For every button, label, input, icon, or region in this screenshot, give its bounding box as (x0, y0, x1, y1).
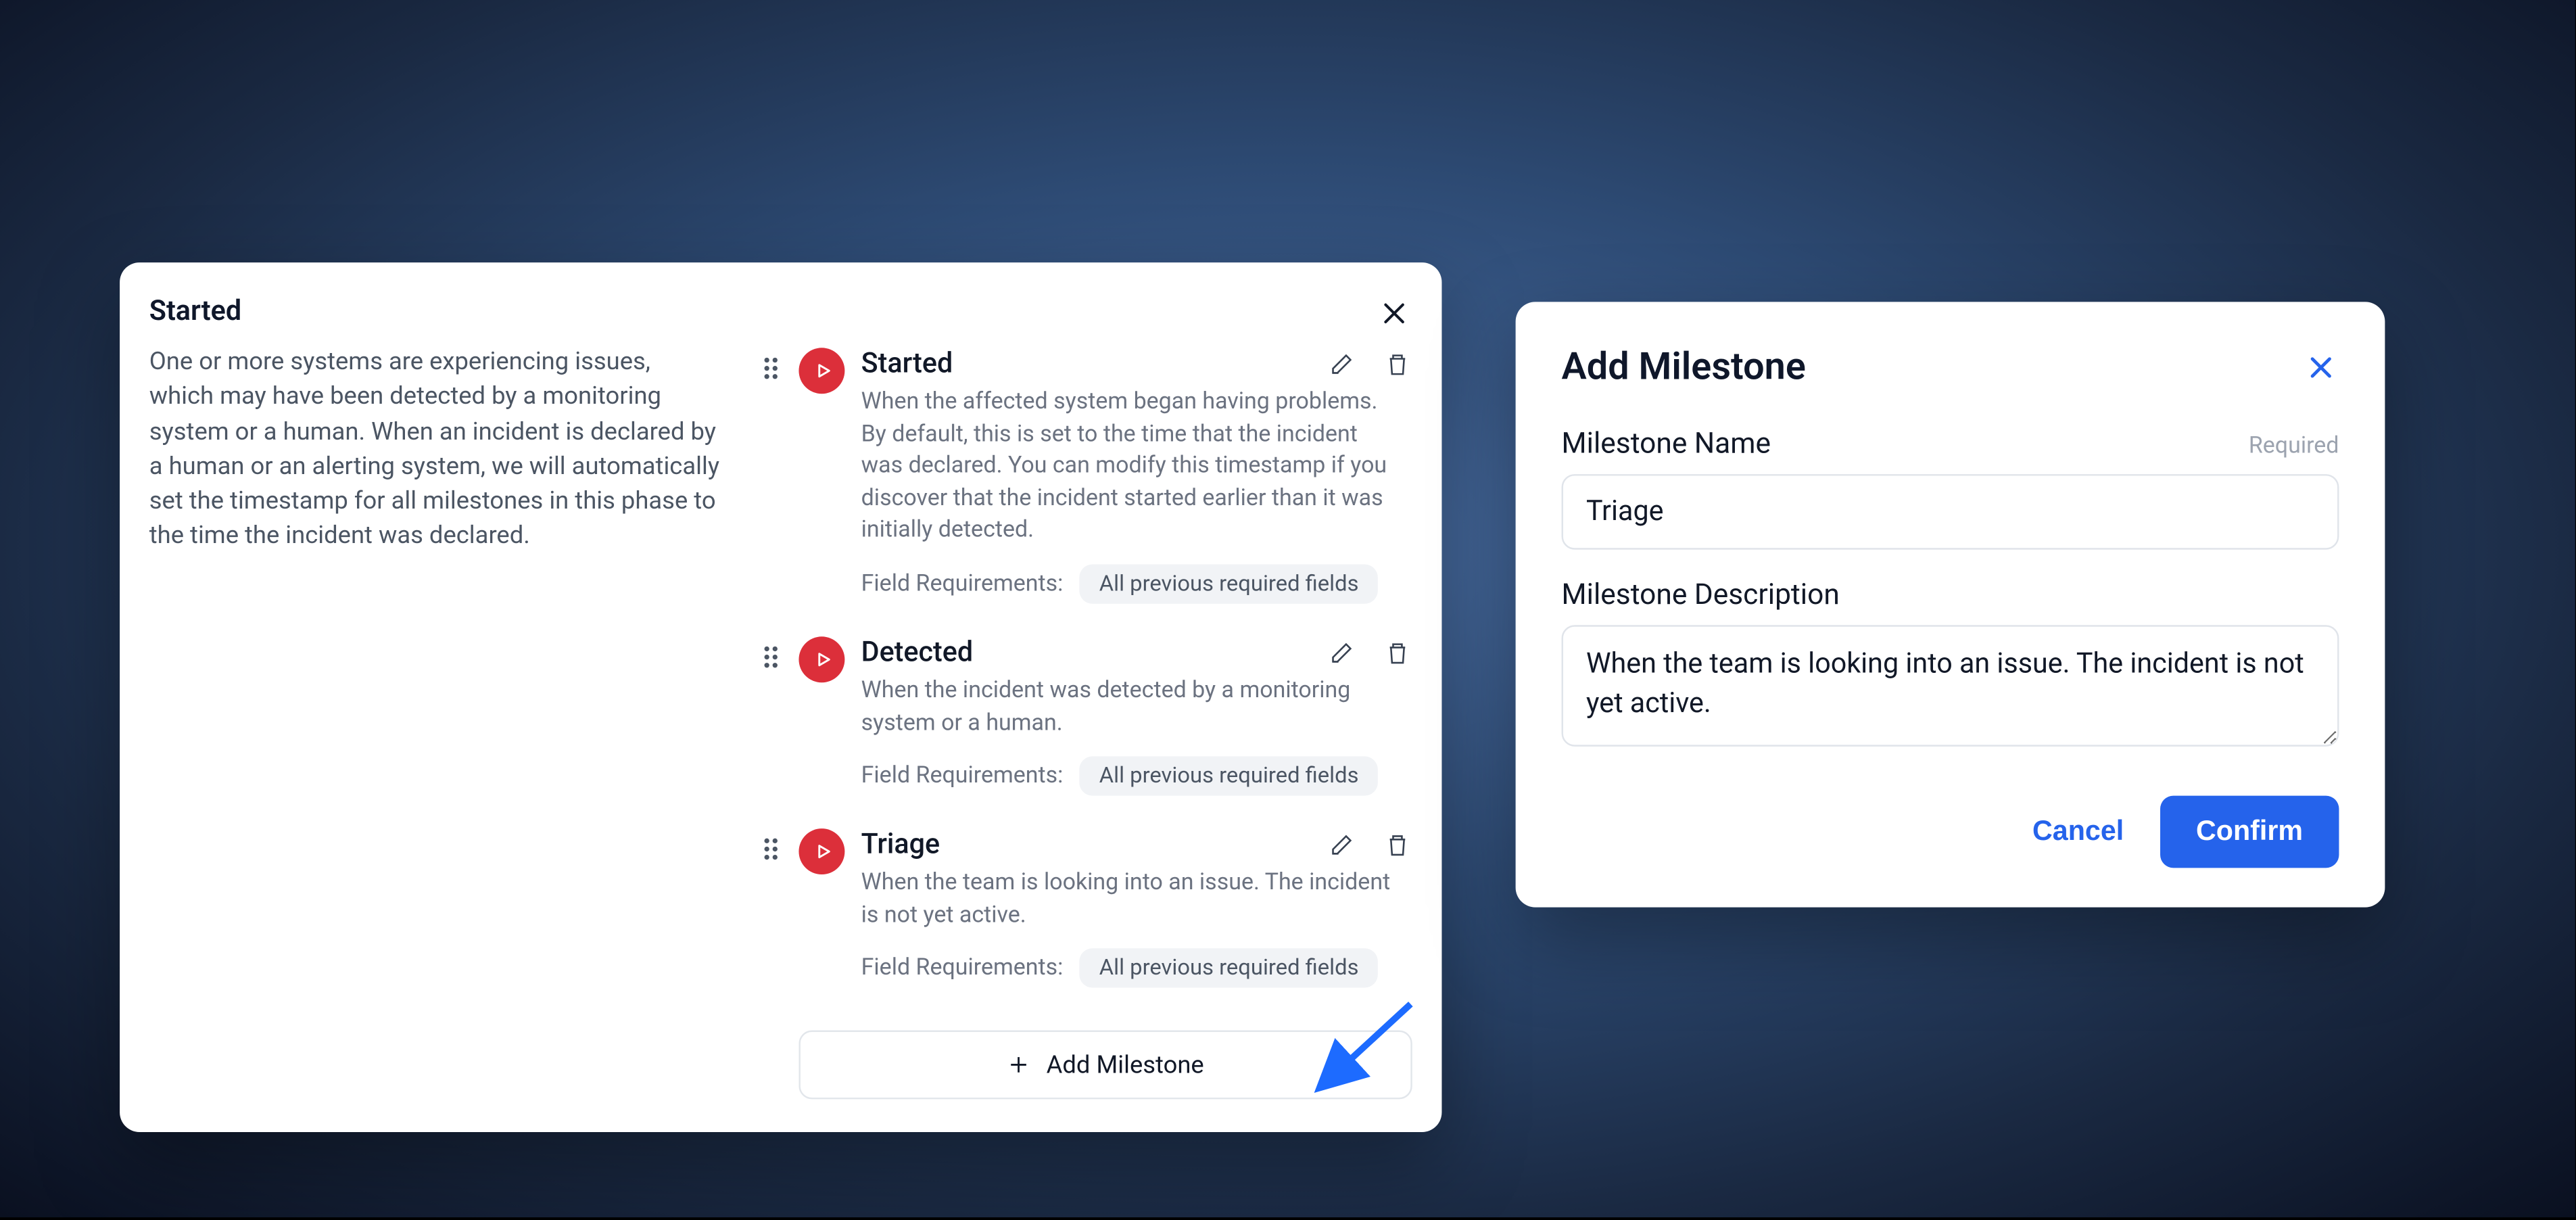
milestone-description: When the team is looking into an issue. … (861, 868, 1412, 933)
edit-icon[interactable] (1327, 350, 1357, 379)
required-indicator: Required (2249, 433, 2339, 459)
panel-description: One or more systems are experiencing iss… (149, 344, 720, 1100)
milestone-description: When the affected system began having pr… (861, 388, 1412, 548)
milestone-list: Started When the affected system began (759, 348, 1412, 1100)
add-milestone-button[interactable]: Add Milestone (798, 1031, 1412, 1100)
plus-icon (1007, 1054, 1030, 1077)
milestone-description-label: Milestone Description (1562, 579, 1840, 612)
field-requirements-label: Field Requirements: (861, 763, 1064, 789)
edit-icon[interactable] (1327, 830, 1357, 860)
field-requirements-chip: All previous required fields (1080, 757, 1379, 796)
drag-handle-icon[interactable] (759, 829, 782, 860)
milestone-name-label: Milestone Name (1562, 428, 1771, 461)
milestone-description: When the incident was detected by a moni… (861, 676, 1412, 740)
delete-icon[interactable] (1383, 638, 1412, 668)
milestone-name-input[interactable] (1562, 474, 2339, 550)
delete-icon[interactable] (1383, 830, 1412, 860)
milestone-name: Detected (861, 636, 1311, 670)
dialog-title: Add Milestone (1562, 344, 1806, 389)
field-requirements-label: Field Requirements: (861, 571, 1064, 597)
field-requirements-chip: All previous required fields (1080, 564, 1379, 603)
drag-handle-icon[interactable] (759, 636, 782, 667)
play-badge-icon (798, 636, 844, 682)
panel-title: Started (149, 296, 241, 329)
cancel-button[interactable]: Cancel (2022, 799, 2133, 864)
play-badge-icon (798, 348, 844, 394)
milestone-item: Triage When the team is looking into an (759, 829, 1412, 989)
milestone-name: Started (861, 348, 1311, 381)
confirm-button[interactable]: Confirm (2160, 796, 2339, 868)
field-requirements-chip: All previous required fields (1080, 949, 1379, 988)
field-requirements-label: Field Requirements: (861, 956, 1064, 982)
add-milestone-label: Add Milestone (1047, 1050, 1204, 1080)
milestone-item: Started When the affected system began (759, 348, 1412, 603)
close-icon[interactable] (1376, 296, 1412, 331)
started-phase-panel: Started One or more systems are experien… (120, 262, 1441, 1133)
delete-icon[interactable] (1383, 350, 1412, 379)
edit-icon[interactable] (1327, 638, 1357, 668)
drag-handle-icon[interactable] (759, 348, 782, 379)
milestone-name: Triage (861, 829, 1311, 862)
milestone-item: Detected When the incident was detected (759, 636, 1412, 796)
play-badge-icon (798, 829, 844, 875)
milestone-description-input[interactable] (1562, 625, 2339, 747)
add-milestone-dialog: Add Milestone Milestone Name Required Mi… (1516, 302, 2385, 907)
close-icon[interactable] (2303, 349, 2339, 385)
